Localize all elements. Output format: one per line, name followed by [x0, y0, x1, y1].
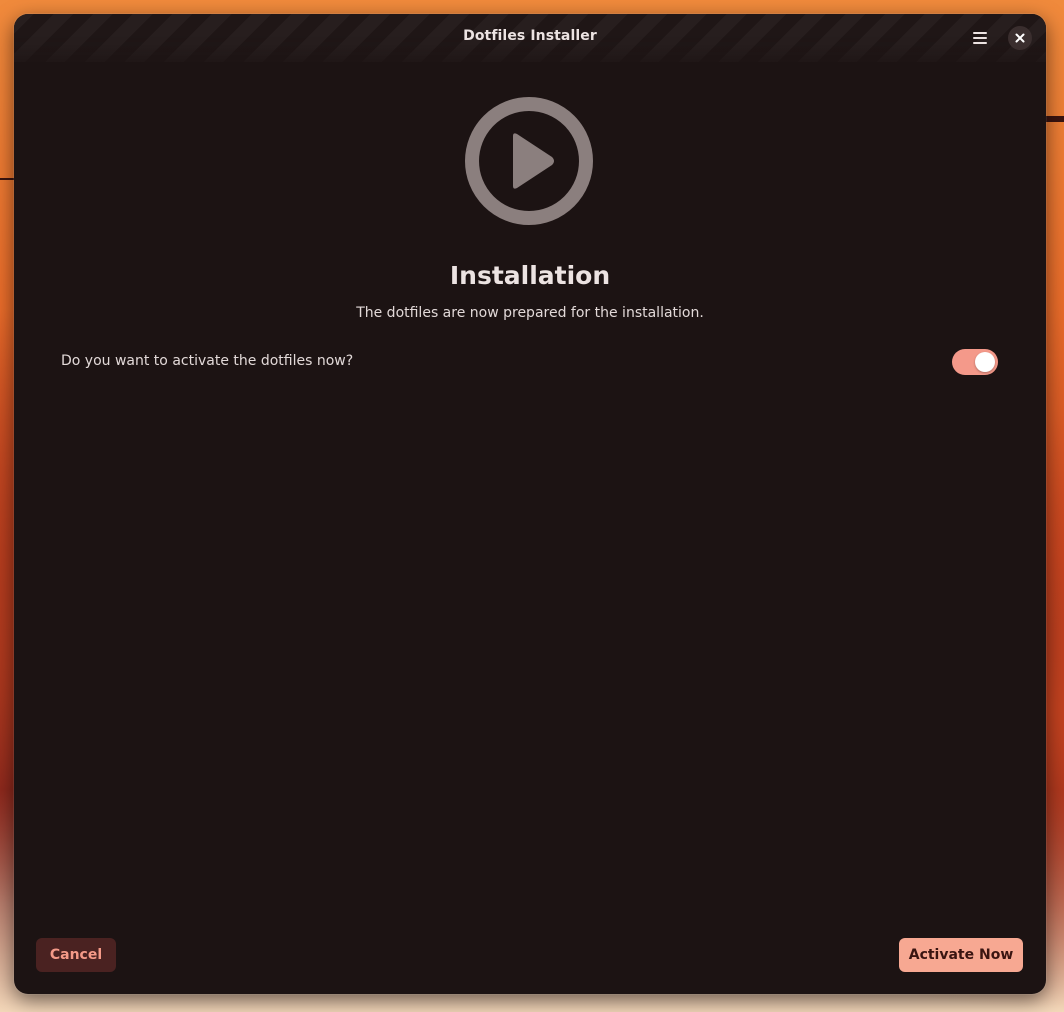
page-description: The dotfiles are now prepared for the in… [356, 305, 704, 321]
desktop-decoration [1046, 116, 1064, 122]
installer-window: Dotfiles Installer Installation The dotf… [14, 14, 1046, 994]
page-title: Installation [449, 261, 611, 290]
hamburger-menu-icon [973, 32, 987, 44]
activate-now-button[interactable]: Activate Now [899, 938, 1023, 972]
switch-knob [975, 352, 995, 372]
close-icon [1015, 33, 1025, 43]
window-title: Dotfiles Installer [463, 28, 597, 44]
play-circle-icon [465, 97, 593, 225]
close-button[interactable] [1008, 26, 1032, 50]
header-bar-fade [14, 14, 1046, 74]
activate-question-label: Do you want to activate the dotfiles now… [61, 353, 354, 369]
activate-now-switch[interactable] [952, 349, 998, 375]
desktop-decoration [0, 178, 14, 180]
main-menu-button[interactable] [966, 26, 994, 50]
cancel-button[interactable]: Cancel [36, 938, 116, 972]
